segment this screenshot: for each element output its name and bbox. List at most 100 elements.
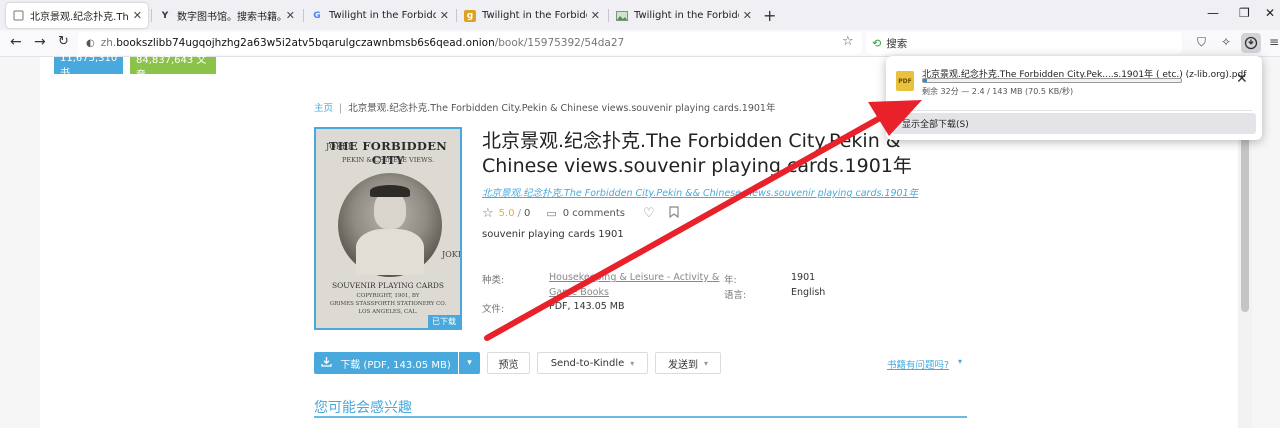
download-icon (321, 356, 332, 370)
tab-1[interactable]: 北京景观.纪念扑克.The Forbidd ✕ (6, 3, 148, 28)
file-label: 文件: (482, 304, 505, 315)
reload-icon[interactable]: ↻ (58, 34, 69, 49)
cover-joker-right: JOKER (442, 250, 460, 259)
send-to-kindle-button[interactable]: Send-to-Kindle ▾ (537, 352, 648, 374)
file-value: PDF, 143.05 MB (549, 301, 625, 312)
portrait-body (356, 229, 424, 275)
preview-label: 预览 (498, 359, 519, 371)
image-icon (616, 10, 628, 22)
send-to-button[interactable]: 发送到 ▾ (655, 352, 721, 374)
bookmark-icon[interactable] (669, 205, 679, 221)
tab-3[interactable]: G Twilight in the Forbidden City - ✕ (305, 3, 455, 28)
star-icon[interactable]: ☆ (482, 206, 494, 221)
books-count-badge: 11,675,310 书 (54, 53, 123, 79)
tab-title: Twilight in the Forbidden City - (329, 10, 436, 21)
rating-separator: / (517, 207, 521, 219)
tab-2[interactable]: Y 数字图书馆。搜索书籍。免费下 ✕ (153, 3, 301, 28)
rating-score: 5.0 (498, 207, 515, 219)
menu-icon[interactable]: ≡ (1269, 35, 1279, 49)
caret-down-icon: ▾ (467, 358, 472, 368)
extensions-icon[interactable]: ✧ (1221, 35, 1231, 49)
portrait-hat (370, 185, 410, 197)
scrollbar-thumb[interactable] (1241, 120, 1249, 312)
url-domain: bookszlibb74ugqojhzhg2a63w5i2atv5bqarulg… (116, 37, 495, 49)
cover-publisher: COPYRIGHT, 1901, BY GRIMES STASSFORTH ST… (316, 292, 460, 316)
cover-joker-left: JOKER (326, 142, 354, 151)
downloads-panel: PDF 北京景观.纪念扑克.The Forbidden City.Pek....… (886, 56, 1262, 140)
close-window-icon[interactable]: ✕ (1265, 6, 1275, 20)
downloaded-badge: 已下载 (428, 315, 460, 328)
restore-icon[interactable]: ❐ (1239, 6, 1250, 20)
y-favicon-icon: Y (161, 10, 169, 21)
close-tab-icon[interactable]: ✕ (133, 9, 142, 22)
preview-button[interactable]: 预览 (487, 352, 530, 374)
caret-down-icon: ▾ (630, 358, 635, 368)
tab-strip: 北京景观.纪念扑克.The Forbidd ✕ Y 数字图书馆。搜索书籍。免费下… (0, 0, 1280, 30)
language-label: 语言: (724, 290, 747, 301)
tab-divider (303, 9, 304, 22)
breadcrumb: 主页 | 北京景观.纪念扑克.The Forbidden City.Pekin & … (314, 100, 775, 114)
tab-title: 北京景观.纪念扑克.The Forbidd (30, 12, 129, 23)
comments-link[interactable]: 0 comments (563, 208, 625, 219)
tab-divider (456, 9, 457, 22)
cover-copyright: COPYRIGHT, 1901, BY (356, 293, 420, 299)
cover-subtitle: PEKIN & CHINESE VIEWS. (341, 156, 435, 164)
breadcrumb-separator: | (339, 103, 343, 114)
download-progress-fill (923, 79, 928, 82)
forward-icon[interactable]: → (34, 34, 46, 50)
close-tab-icon[interactable]: ✕ (743, 9, 752, 22)
tab-title: Twilight in the Forbidden City b (482, 10, 587, 21)
tab-5[interactable]: Twilight in the Forbidden City | ✕ (610, 3, 758, 28)
book-cover[interactable]: THE FORBIDDEN CITY PEKIN & CHINESE VIEWS… (314, 127, 462, 330)
download-label: 下载 (PDF, 143.05 MB) (340, 359, 451, 371)
year-label: 年: (724, 275, 737, 286)
site-info-icon[interactable]: ◐ (86, 38, 95, 49)
cover-publisher-name: GRIMES STASSFORTH STATIONERY CO. (329, 301, 447, 307)
download-progress-bar (922, 78, 1182, 83)
close-tab-icon[interactable]: ✕ (440, 9, 449, 22)
show-all-downloads-button[interactable]: 显示全部下载(S) (892, 113, 1256, 134)
tab-divider (151, 9, 152, 22)
shield-icon[interactable]: ⛉ (1197, 35, 1206, 50)
section-heading: 您可能会感兴趣 (314, 400, 412, 416)
tab-4[interactable]: g Twilight in the Forbidden City b ✕ (458, 3, 606, 28)
cancel-download-icon[interactable]: ✕ (1236, 71, 1248, 87)
breadcrumb-home-link[interactable]: 主页 (314, 103, 333, 114)
download-status: 剩余 32分 — 2.4 / 143 MB (70.5 KB/秒) (922, 87, 1074, 96)
pdf-file-icon: PDF (896, 71, 914, 91)
tab-title: Twilight in the Forbidden City | (634, 10, 739, 21)
google-icon: G (313, 10, 321, 21)
language-value: English (791, 287, 826, 298)
articles-count-badge: 84,837,643 文章 (130, 55, 216, 81)
close-tab-icon[interactable]: ✕ (591, 9, 600, 22)
rating-row: ☆ 5.0 / 0 ▭ 0 comments ♡ (482, 205, 679, 221)
download-button[interactable]: 下载 (PDF, 143.05 MB) (314, 352, 458, 374)
send-to-label: 发送到 (667, 359, 698, 371)
report-issue-link[interactable]: 书籍有问题吗? (887, 357, 949, 371)
book-description: souvenir playing cards 1901 (482, 229, 624, 240)
cover-cards-label: SOUVENIR PLAYING CARDS (332, 281, 444, 290)
downloads-icon[interactable] (1241, 33, 1261, 53)
category-value-link[interactable]: Housekeeping & Leisure - Activity & Game… (549, 270, 721, 300)
tab-title: 数字图书馆。搜索书籍。免费下 (177, 12, 282, 23)
send-to-kindle-label: Send-to-Kindle (550, 357, 625, 369)
search-placeholder: 搜索 (886, 37, 908, 50)
back-icon[interactable]: ← (10, 34, 22, 50)
comment-icon[interactable]: ▭ (546, 207, 556, 220)
page-icon (12, 10, 24, 22)
url-path: /book/15975392/54da27 (494, 37, 625, 49)
book-title-link[interactable]: 北京景观.纪念扑克.The Forbidden City.Pekin && Ch… (482, 185, 962, 199)
download-dropdown-button[interactable]: ▾ (459, 352, 480, 374)
caret-down-icon[interactable]: ▾ (958, 357, 962, 366)
bookmark-star-icon[interactable]: ☆ (842, 34, 854, 49)
section-underline (314, 416, 967, 418)
search-input[interactable]: ⟲ 搜索 (866, 32, 1182, 54)
panel-divider (896, 110, 1252, 111)
close-tab-icon[interactable]: ✕ (286, 9, 295, 22)
new-tab-icon[interactable]: + (763, 6, 776, 25)
rating-count: 0 (523, 207, 531, 219)
heart-icon[interactable]: ♡ (643, 206, 655, 221)
url-prefix: zh. (100, 37, 117, 49)
minimize-icon[interactable]: — (1207, 6, 1219, 20)
goodreads-icon: g (464, 9, 476, 22)
